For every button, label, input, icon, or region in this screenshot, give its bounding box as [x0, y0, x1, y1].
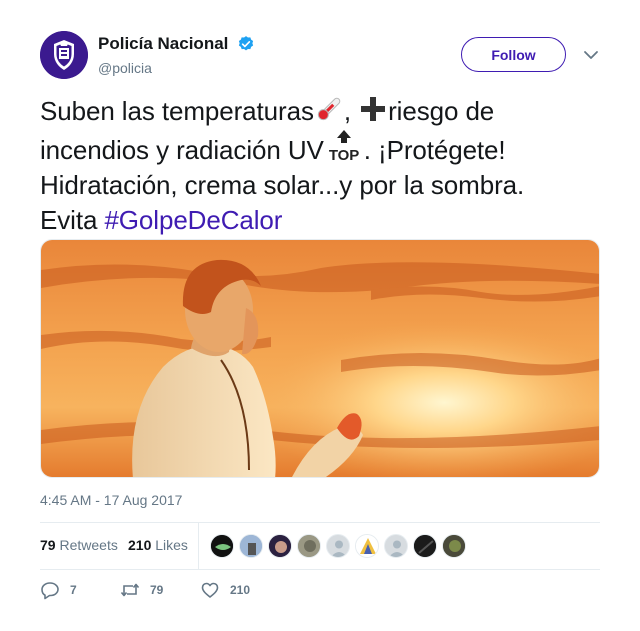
- default-avatar-icon[interactable]: [326, 534, 350, 558]
- retweets-count: 79: [40, 537, 56, 553]
- tweet-media-image[interactable]: [40, 239, 600, 478]
- liker-avatar[interactable]: [413, 534, 437, 558]
- tweet-actions: 7 79 210: [40, 580, 600, 602]
- thermometer-icon: [317, 97, 341, 121]
- likes-label: Likes: [155, 537, 188, 553]
- reply-count: 7: [70, 583, 77, 597]
- likes-count: 210: [128, 537, 152, 553]
- tweet-text-segment: ,: [343, 96, 359, 126]
- police-badge-icon: [40, 31, 88, 79]
- retweet-icon: [120, 583, 140, 597]
- retweet-count: 79: [150, 583, 164, 597]
- stats-separator: [198, 522, 199, 570]
- top-arrow-icon: TOP: [329, 130, 359, 163]
- reply-button[interactable]: 7: [40, 580, 77, 600]
- liker-avatar[interactable]: [210, 534, 234, 558]
- tweet-text-segment: Evita: [40, 205, 105, 235]
- liker-avatar[interactable]: [355, 534, 379, 558]
- liker-avatar[interactable]: [268, 534, 292, 558]
- sunset-man-image: [41, 240, 599, 477]
- tweet-text-segment: . ¡Protégete!: [363, 135, 506, 165]
- liker-avatar[interactable]: [297, 534, 321, 558]
- liker-avatar[interactable]: [239, 534, 263, 558]
- like-button[interactable]: 210: [200, 580, 250, 600]
- handle[interactable]: @policia: [98, 60, 152, 76]
- chevron-down-icon[interactable]: [582, 46, 600, 64]
- like-count: 210: [230, 583, 251, 597]
- hashtag-link[interactable]: #GolpeDeCalor: [104, 205, 282, 235]
- reply-icon: [41, 582, 59, 600]
- engagement-stats: 79 Retweets 210 Likes: [40, 522, 600, 570]
- plus-icon: [361, 97, 386, 121]
- retweets-stat[interactable]: 79 Retweets: [40, 537, 118, 553]
- tweet-text: Suben las temperaturas , riesgo de incen…: [40, 94, 600, 238]
- author-name-row[interactable]: Policía Nacional: [98, 34, 255, 54]
- tweet-card: Policía Nacional @policia Follow Suben l…: [0, 0, 640, 631]
- follow-button[interactable]: Follow: [461, 37, 566, 72]
- liker-avatar[interactable]: [442, 534, 466, 558]
- heart-icon: [201, 582, 219, 598]
- retweet-button[interactable]: 79: [120, 580, 163, 600]
- tweet-text-segment: Suben las temperaturas: [40, 96, 314, 126]
- tweet-text-segment: riesgo de: [388, 96, 495, 126]
- tweet-text-segment: Hidratación, crema solar...y por la somb…: [40, 170, 525, 200]
- avatar[interactable]: [40, 31, 88, 79]
- verified-badge-icon: [238, 36, 253, 51]
- display-name[interactable]: Policía Nacional: [98, 34, 228, 54]
- likes-stat[interactable]: 210 Likes: [128, 537, 188, 553]
- svg-text:TOP: TOP: [329, 147, 359, 163]
- retweets-label: Retweets: [59, 537, 118, 553]
- default-avatar-icon[interactable]: [384, 534, 408, 558]
- tweet-text-segment: incendios y radiación UV: [40, 135, 324, 165]
- timestamp-link[interactable]: 4:45 AM - 17 Aug 2017: [40, 492, 182, 508]
- divider: [40, 569, 600, 570]
